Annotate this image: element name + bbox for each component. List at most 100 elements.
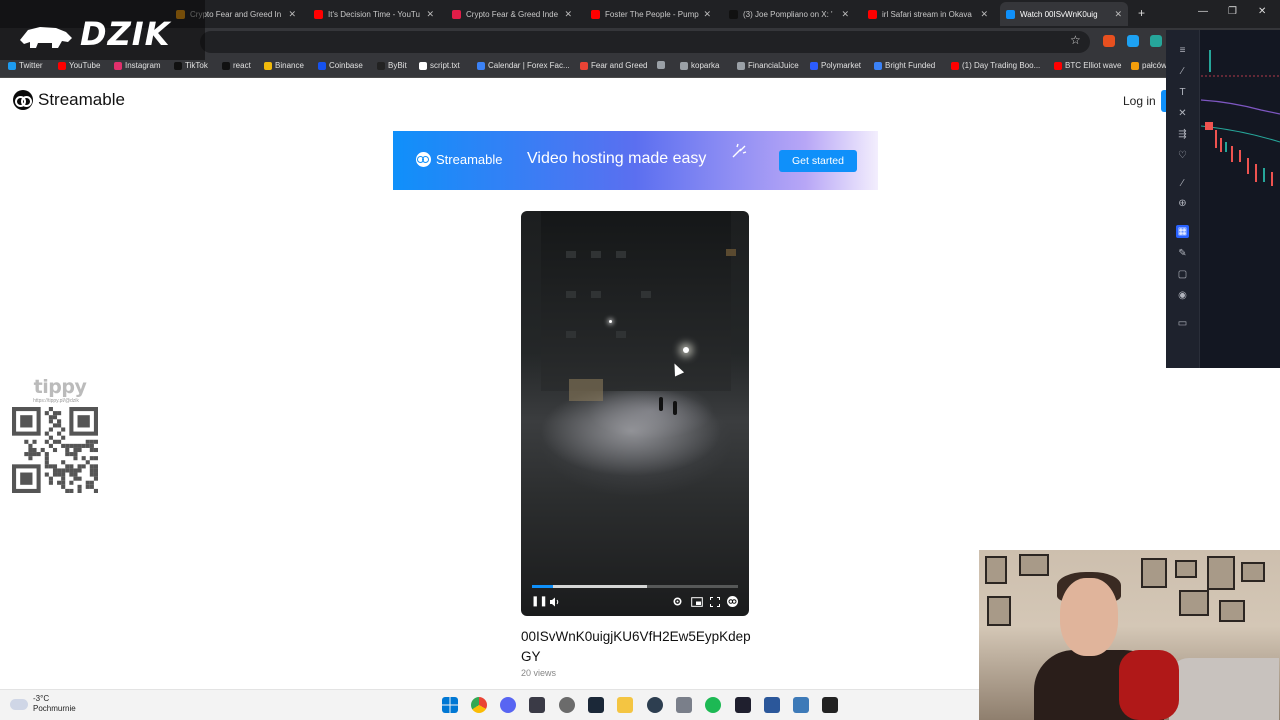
lock-icon[interactable]: ▢: [1176, 268, 1189, 281]
windows-start-icon[interactable]: [442, 697, 458, 713]
video-frame-light: [609, 320, 612, 323]
browser-tab[interactable]: It's Decision Time - YouTu ✕: [308, 4, 440, 24]
bookmark-item[interactable]: YouTube: [58, 61, 100, 70]
promo-banner[interactable]: Streamable Video hosting made easy Get s…: [393, 131, 878, 190]
app-icon[interactable]: [676, 697, 692, 713]
bookmark-item[interactable]: ByBit: [377, 61, 407, 70]
app-icon[interactable]: [735, 697, 751, 713]
bookmark-item[interactable]: react: [222, 61, 251, 70]
magnet-icon[interactable]: ▦: [1176, 225, 1189, 238]
browser-tab[interactable]: Watch 00ISvWnK0uig ✕: [1000, 2, 1128, 26]
bookmark-item[interactable]: Bright Funded: [874, 61, 935, 70]
volume-icon[interactable]: [549, 597, 560, 607]
tab-title: Crypto Fear & Greed Inde: [466, 9, 559, 19]
file-explorer-icon[interactable]: [617, 697, 633, 713]
drawing-mode-icon[interactable]: ✎: [1176, 247, 1189, 260]
bookmark-label: Twitter: [19, 61, 43, 70]
tab-title: irl Safari stream in Okava: [882, 9, 972, 19]
maximize-button[interactable]: ❐: [1228, 6, 1237, 17]
bookmark-favicon-icon: [114, 61, 122, 70]
extension-icon[interactable]: [1103, 35, 1115, 47]
tab-close-icon[interactable]: ✕: [288, 9, 296, 20]
bookmark-item[interactable]: koparka: [680, 61, 719, 70]
streamable-logo-icon: [13, 90, 33, 110]
get-started-button[interactable]: Get started: [779, 150, 857, 172]
photos-icon[interactable]: [793, 697, 809, 713]
bookmark-item[interactable]: Fear and Greed: [580, 61, 647, 70]
extension-icon[interactable]: [1150, 35, 1162, 47]
tab-title: Foster The People - Pump: [605, 9, 699, 19]
tab-close-icon[interactable]: ✕: [564, 9, 572, 20]
tab-close-icon[interactable]: ✕: [426, 9, 434, 20]
bookmark-item[interactable]: BTC Elliot wave: [1054, 61, 1121, 70]
extension-icon[interactable]: [1127, 35, 1139, 47]
tab-close-icon[interactable]: ✕: [1114, 9, 1122, 20]
bookmark-item[interactable]: FinancialJuice: [737, 61, 799, 70]
chrome-icon[interactable]: [471, 697, 487, 713]
bookmark-item[interactable]: script.txt: [419, 61, 460, 70]
spotify-icon[interactable]: [705, 697, 721, 713]
video-progress-bar[interactable]: [532, 585, 738, 588]
tab-close-icon[interactable]: ✕: [703, 9, 711, 20]
weather-condition: Pochmurnie: [33, 704, 76, 713]
app-icon[interactable]: [647, 697, 663, 713]
tab-favicon-icon: [868, 9, 877, 19]
bookmark-label: Coinbase: [329, 61, 363, 70]
pattern-icon[interactable]: ✕: [1176, 107, 1189, 120]
steam-icon[interactable]: [588, 697, 604, 713]
browser-tab[interactable]: Crypto Fear & Greed Inde ✕: [446, 4, 578, 24]
settings-gear-icon[interactable]: [672, 596, 683, 607]
bookmark-favicon-icon: [874, 61, 882, 70]
browser-tab[interactable]: irl Safari stream in Okava ✕: [862, 4, 994, 24]
weather-widget[interactable]: -3°C Pochmurnie: [10, 694, 76, 714]
bookmark-item[interactable]: Calendar | Forex Fac...: [477, 61, 570, 70]
windows-taskbar: -3°C Pochmurnie: [0, 689, 979, 720]
tippy-logo: tippy: [33, 376, 87, 398]
favorite-icon[interactable]: ♡: [1176, 149, 1189, 162]
new-tab-button[interactable]: +: [1138, 6, 1145, 20]
zoom-icon[interactable]: ⊕: [1176, 197, 1189, 210]
bookmark-item[interactable]: Coinbase: [318, 61, 363, 70]
bookmark-item[interactable]: Twitter: [8, 61, 43, 70]
close-window-button[interactable]: ✕: [1258, 6, 1266, 17]
bookmark-item[interactable]: Polymarket: [810, 61, 861, 70]
pause-icon[interactable]: ❚❚: [531, 596, 548, 608]
streamable-logo[interactable]: Streamable: [13, 90, 125, 110]
terminal-icon[interactable]: [822, 697, 838, 713]
visibility-icon[interactable]: ◉: [1176, 289, 1189, 302]
trend-line-icon[interactable]: ∕: [1176, 65, 1189, 78]
measure-icon[interactable]: ⇶: [1176, 128, 1189, 141]
app-icon[interactable]: [559, 697, 575, 713]
banner-tagline: Video hosting made easy: [527, 150, 707, 167]
bookmark-item[interactable]: Binance: [264, 61, 304, 70]
bookmark-item[interactable]: (1) Day Trading Boo...: [951, 61, 1040, 70]
fullscreen-icon[interactable]: [710, 597, 720, 607]
menu-icon[interactable]: ≡: [1176, 44, 1189, 57]
bookmark-item[interactable]: pałców: [1131, 61, 1167, 70]
bookmark-item[interactable]: [657, 61, 668, 69]
browser-tab[interactable]: (3) Joe Pompliano on X: ' ✕: [723, 4, 855, 24]
site-header: Streamable Log in: [0, 79, 1280, 123]
tab-close-icon[interactable]: ✕: [841, 9, 849, 20]
notes-icon[interactable]: [764, 697, 780, 713]
streamable-logo-icon[interactable]: [727, 596, 738, 607]
picture-in-picture-icon[interactable]: [691, 597, 703, 607]
minimize-button[interactable]: —: [1198, 6, 1208, 17]
discord-icon[interactable]: [500, 697, 516, 713]
bookmark-item[interactable]: TikTok: [174, 61, 208, 70]
browser-tab[interactable]: Foster The People - Pump ✕: [585, 4, 717, 24]
bookmark-item[interactable]: Instagram: [114, 61, 161, 70]
login-link[interactable]: Log in: [1123, 94, 1156, 108]
streamer-face: [1060, 578, 1118, 656]
app-icon[interactable]: [529, 697, 545, 713]
bookmark-label: koparka: [691, 61, 720, 70]
bookmark-favicon-icon: [1054, 61, 1062, 70]
sparkle-icon: [732, 143, 747, 158]
address-bar[interactable]: [200, 31, 1090, 53]
tab-close-icon[interactable]: ✕: [980, 9, 988, 20]
bookmark-star-icon[interactable]: ☆: [1070, 33, 1081, 47]
trash-icon[interactable]: ▭: [1176, 317, 1189, 330]
text-tool-icon[interactable]: T: [1176, 86, 1189, 99]
brush-icon[interactable]: ∕: [1176, 177, 1189, 190]
video-player[interactable]: ❚❚: [521, 211, 749, 616]
